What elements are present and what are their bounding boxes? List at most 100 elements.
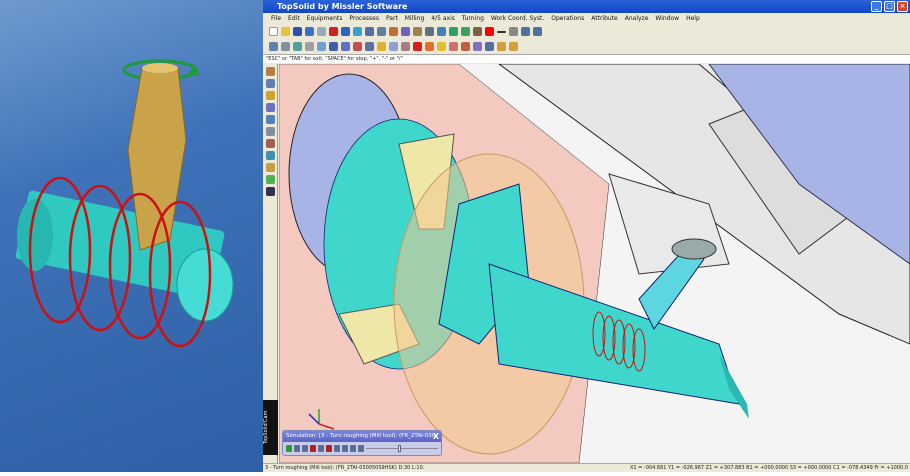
menu-processes[interactable]: Processes [349,13,379,24]
simulation-close-button[interactable]: X [433,431,439,442]
cam-icon[interactable] [265,163,275,172]
menu-file[interactable]: File [271,13,281,24]
tool-icon[interactable] [425,27,434,36]
menu-45-axis[interactable]: 4/5 axis [431,13,455,24]
turn-mill-illustration [15,59,234,348]
end-icon[interactable] [358,445,364,452]
cam-icon[interactable] [293,42,302,51]
menu-turning[interactable]: Turning [462,13,484,24]
cam-icon[interactable] [413,42,422,51]
sketch-icon[interactable] [265,67,275,76]
cam-icon[interactable] [265,151,275,160]
tool-icon[interactable] [365,27,374,36]
preview-icon[interactable] [317,27,326,36]
title-bar: TopSolid by Missler Software _ □ × [263,0,910,13]
close-button[interactable]: × [897,1,908,12]
menu-analyze[interactable]: Analyze [625,13,649,24]
tool-icon[interactable] [413,27,422,36]
menu-work-coord[interactable]: Work Coord. Syst. [491,13,544,24]
cam-icon[interactable] [353,42,362,51]
menu-equipments[interactable]: Equipments [307,13,343,24]
layer-icon[interactable] [533,27,542,36]
back-icon[interactable] [302,445,308,452]
cam-icon[interactable] [365,42,374,51]
menu-part[interactable]: Part [386,13,398,24]
toolbar-main [263,24,910,39]
cam-icon[interactable] [401,42,410,51]
menu-edit[interactable]: Edit [288,13,300,24]
fast-forward-icon[interactable] [350,445,356,452]
menu-bar: File Edit Equipments Processes Part Mill… [263,13,910,24]
forward-icon[interactable] [334,445,340,452]
shape-icon[interactable] [265,103,275,112]
tool-icon[interactable] [437,27,446,36]
cam-icon[interactable] [425,42,434,51]
tool-icon[interactable] [389,27,398,36]
status-bar: 3 - Turn roughing (Mill tool): (FR_2TAI-… [263,463,910,472]
undo-icon[interactable] [341,27,350,36]
layer-icon[interactable] [521,27,530,36]
cam-icon[interactable] [473,42,482,51]
color-icon[interactable] [485,27,494,36]
tool-icon[interactable] [377,27,386,36]
shape-icon[interactable] [265,91,275,100]
cam-icon[interactable] [485,42,494,51]
3d-viewport[interactable] [279,64,910,463]
view-icon[interactable] [461,27,470,36]
topsolid-window: TopSolid by Missler Software _ □ × File … [263,0,910,472]
menu-milling[interactable]: Milling [405,13,424,24]
cam-icon[interactable] [341,42,350,51]
status-coordinates: X1 = -004.681 Y1 = -026.967 Z1 = +307.88… [629,465,908,471]
pause-icon[interactable] [326,445,332,452]
tool-icon[interactable] [265,139,275,148]
tool-icon[interactable] [401,27,410,36]
maximize-button[interactable]: □ [884,1,895,12]
cam-icon[interactable] [497,42,506,51]
cam-icon[interactable] [461,42,470,51]
cam-icon[interactable] [509,42,518,51]
menu-operations[interactable]: Operations [551,13,584,24]
stop-icon[interactable] [310,445,316,452]
cam-icon[interactable] [281,42,290,51]
cam-icon[interactable] [269,42,278,51]
simulation-title: Simulation: [3 - Turn roughing (Mill too… [286,433,436,439]
cam-icon[interactable] [265,175,275,184]
line-style-icon[interactable] [497,30,506,33]
play-icon[interactable] [318,445,324,452]
simulation-dialog: Simulation: [3 - Turn roughing (Mill too… [282,430,442,456]
minimize-button[interactable]: _ [871,1,882,12]
curve-icon[interactable] [265,79,275,88]
open-icon[interactable] [281,27,290,36]
render-icon[interactable] [473,27,482,36]
status-operation: 3 - Turn roughing (Mill tool): (FR_2TAI-… [265,465,425,471]
cam-icon[interactable] [329,42,338,51]
prompt-line: "ESC" or "TAB" for exit, "SPACE" for sto… [263,54,910,63]
cam-icon[interactable] [265,187,275,196]
cam-icon[interactable] [437,42,446,51]
new-icon[interactable] [269,27,278,36]
start-icon[interactable] [286,445,292,452]
toolbar-cam [263,39,910,54]
cam-icon[interactable] [449,42,458,51]
save-icon[interactable] [293,27,302,36]
menu-window[interactable]: Window [655,13,679,24]
cam-icon[interactable] [305,42,314,51]
print-icon[interactable] [305,27,314,36]
solid-icon[interactable] [265,115,275,124]
speed-slider[interactable] [366,445,438,452]
simulation-controls [283,442,441,455]
simulation-title-bar: Simulation: [3 - Turn roughing (Mill too… [283,431,441,442]
zoom-icon[interactable] [449,27,458,36]
assembly-icon[interactable] [265,127,275,136]
step-forward-icon[interactable] [342,445,348,452]
tool-icon[interactable] [353,27,362,36]
step-back-icon[interactable] [294,445,300,452]
window-title: TopSolid by Missler Software [277,2,408,11]
cam-icon[interactable] [389,42,398,51]
menu-help[interactable]: Help [686,13,700,24]
menu-attribute[interactable]: Attribute [591,13,618,24]
delete-icon[interactable] [329,27,338,36]
cam-icon[interactable] [317,42,326,51]
hatch-icon[interactable] [509,27,518,36]
cam-icon[interactable] [377,42,386,51]
